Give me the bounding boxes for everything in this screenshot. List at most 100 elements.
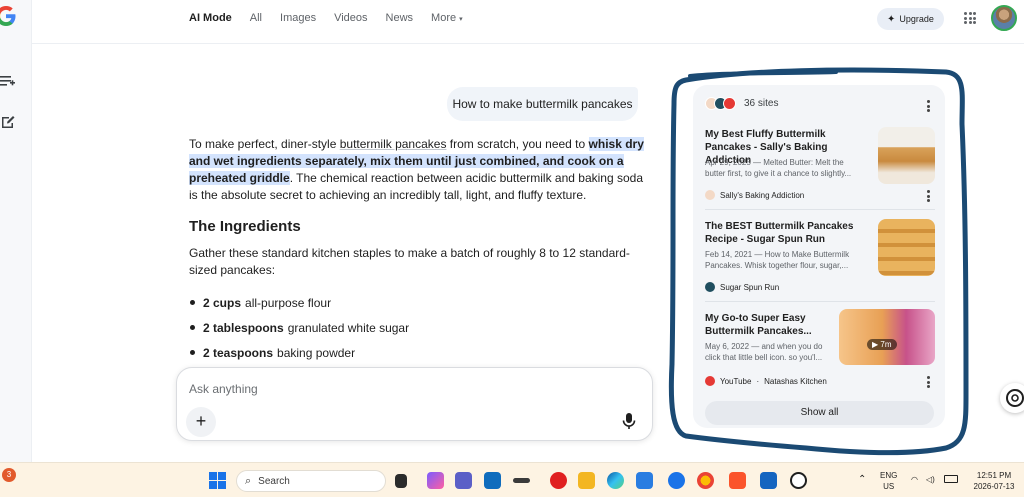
teams-icon[interactable] (455, 472, 472, 489)
language-indicator[interactable]: ENG US (880, 470, 897, 492)
store-icon[interactable] (636, 472, 653, 489)
answer-text: from scratch, you need to (446, 137, 589, 151)
source-site-name: YouTube (720, 376, 752, 386)
ingredients-list: 2 cups all-purpose flour 2 tablespoons g… (189, 290, 644, 365)
separator-dot: · (756, 376, 760, 386)
ingredient-name: granulated white sugar (287, 320, 410, 335)
list-item: 2 teaspoons baking powder (189, 340, 644, 365)
ingredient-qty: 2 teaspoons (203, 345, 274, 360)
clock-date: 2026-07-13 (973, 482, 1015, 491)
chrome-icon[interactable] (697, 472, 714, 489)
source-site-name: Sally's Baking Addiction (720, 190, 805, 200)
ingredient-name: baking powder (277, 345, 356, 360)
avatar[interactable] (991, 5, 1017, 31)
source-snippet: Feb 14, 2021 — How to Make Buttermilk Pa… (705, 250, 850, 270)
clock-time: 12:51 PM (976, 471, 1012, 480)
divider (705, 209, 935, 210)
language-bottom: US (883, 482, 895, 491)
search-icon: ⌕ (245, 474, 252, 487)
youtube-favicon-icon (705, 376, 715, 386)
source-channel-name: Natashas Kitchen (764, 376, 827, 386)
apps-grid-icon[interactable] (964, 12, 976, 24)
show-hidden-icons-icon[interactable]: ⌃ (858, 474, 866, 485)
app-icon[interactable] (513, 478, 530, 483)
divider (705, 301, 935, 302)
bullet-icon (190, 300, 195, 305)
sallys-favicon-icon (705, 190, 715, 200)
opera-icon[interactable] (550, 472, 567, 489)
video-duration: ▶ 7m (867, 339, 897, 350)
tab-news[interactable]: News (386, 12, 414, 24)
bullet-icon (190, 325, 195, 330)
youtube-favicon-icon (723, 97, 736, 110)
edge-icon[interactable] (607, 472, 624, 489)
pancake-stack-thumbnail[interactable] (878, 219, 935, 276)
file-explorer-icon[interactable] (578, 472, 595, 489)
taskbar-search[interactable]: ⌕ Search (236, 470, 386, 492)
source-more-icon[interactable] (926, 190, 930, 202)
battery-icon[interactable] (944, 475, 958, 483)
source-site-name: Sugar Spun Run (720, 282, 780, 292)
ask-input[interactable] (189, 380, 589, 398)
microphone-icon[interactable] (621, 412, 637, 430)
ingredient-qty: 2 cups (203, 295, 242, 310)
answer-link[interactable]: buttermilk pancakes (340, 137, 447, 151)
wifi-icon[interactable]: ◠ (911, 474, 918, 485)
source-favicons (705, 97, 736, 110)
source-title[interactable]: The BEST Buttermilk Pancakes Recipe - Su… (705, 220, 869, 246)
answer-text: To make perfect, diner-style (189, 137, 340, 151)
source-site[interactable]: Sally's Baking Addiction (705, 190, 804, 200)
source-title[interactable]: My Go-to Super Easy Buttermilk Pancakes.… (705, 312, 840, 338)
source-snippet: May 6, 2022 — and when you do click that… (705, 342, 823, 362)
history-list-icon[interactable] (0, 73, 16, 89)
sources-more-icon[interactable] (926, 100, 930, 112)
ingredient-qty: 2 tablespoons (203, 320, 284, 335)
sources-panel: 36 sites My Best Fluffy Buttermilk Panca… (693, 85, 945, 428)
windows-start-icon[interactable] (209, 472, 226, 489)
notification-badge[interactable]: 3 (2, 468, 16, 482)
openai-icon (1006, 389, 1024, 407)
sparkle-icon: ✦ (887, 13, 896, 25)
source-more-icon[interactable] (926, 376, 930, 388)
pancake-stack-thumbnail[interactable] (878, 127, 935, 184)
google-logo-icon[interactable] (0, 4, 18, 28)
floating-assistant-button[interactable] (1000, 383, 1024, 413)
source-site[interactable]: Sugar Spun Run (705, 282, 779, 292)
tab-all[interactable]: All (250, 12, 262, 24)
show-all-button[interactable]: Show all (705, 401, 934, 425)
bullet-icon (190, 350, 195, 355)
task-view-icon[interactable] (395, 474, 407, 488)
tab-more-label: More (431, 12, 457, 24)
new-chat-edit-icon[interactable] (0, 114, 16, 130)
upgrade-button[interactable]: ✦ Upgrade (877, 8, 944, 30)
tab-images[interactable]: Images (280, 12, 316, 24)
sugar-spun-favicon-icon (705, 282, 715, 292)
left-rail (0, 0, 32, 462)
chatgpt-icon[interactable] (790, 472, 807, 489)
section-intro: Gather these standard kitchen staples to… (189, 246, 630, 277)
tab-videos[interactable]: Videos (334, 12, 367, 24)
brave-icon[interactable] (729, 472, 746, 489)
list-item: 2 tablespoons granulated white sugar (189, 315, 644, 340)
video-thumbnail[interactable]: ▶ 7m (839, 309, 935, 365)
taskbar-search-label: Search (258, 475, 290, 487)
help-icon[interactable] (668, 472, 685, 489)
upgrade-label: Upgrade (899, 14, 934, 24)
sources-header[interactable]: 36 sites (705, 97, 778, 110)
source-site[interactable]: YouTube · Natashas Kitchen (705, 376, 827, 386)
ask-box: + (176, 367, 653, 441)
list-item: 2 cups all-purpose flour (189, 290, 644, 315)
chevron-down-icon: ▾ (459, 16, 463, 23)
search-mode-tabs: AI Mode All Images Videos News More ▾ (189, 12, 463, 24)
app-icon[interactable] (760, 472, 777, 489)
source-snippet: Apr 29, 2025 — Melted Butter: Melt the b… (705, 158, 852, 178)
clock[interactable]: 12:51 PM 2026-07-13 (966, 470, 1022, 492)
volume-icon[interactable]: ◁) (926, 474, 935, 485)
user-query-bubble: How to make buttermilk pancakes (447, 87, 638, 121)
tab-more[interactable]: More ▾ (431, 12, 463, 24)
language-top: ENG (880, 471, 898, 480)
tab-ai-mode[interactable]: AI Mode (189, 12, 232, 24)
outlook-icon[interactable] (484, 472, 501, 489)
copilot-icon[interactable] (427, 472, 444, 489)
add-attachment-button[interactable]: + (186, 407, 216, 437)
